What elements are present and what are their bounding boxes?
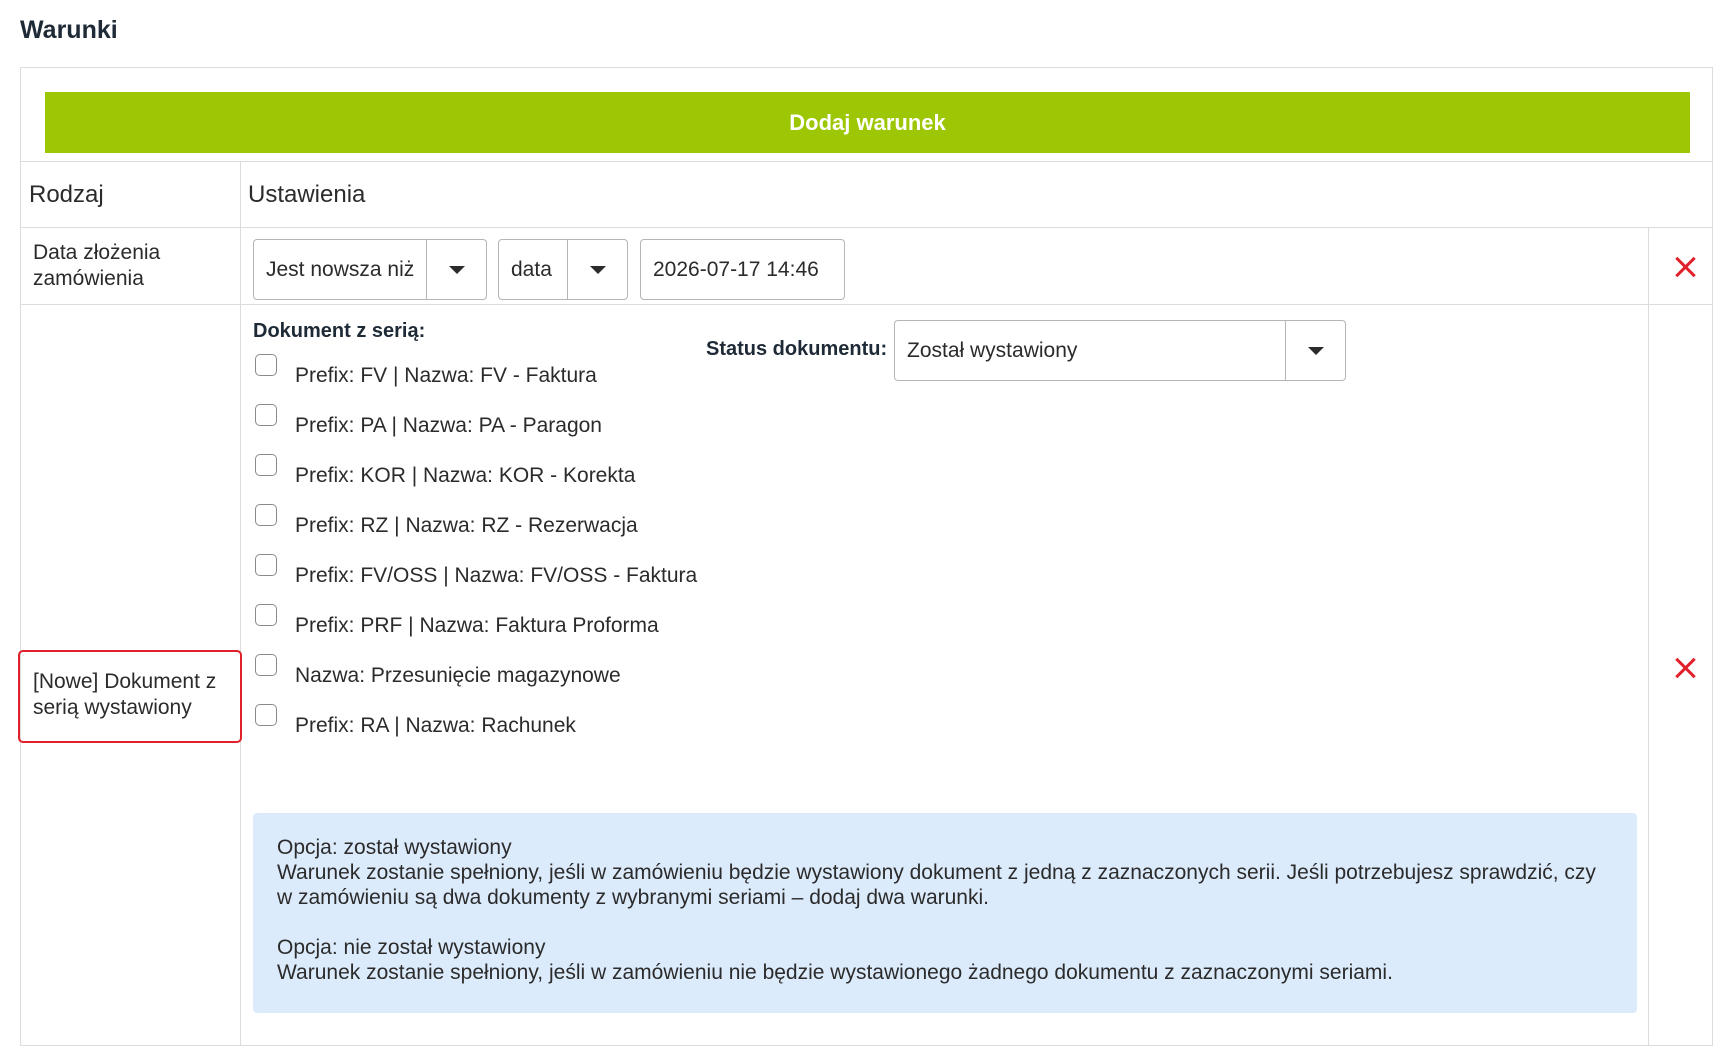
info-option-title: Opcja: nie został wystawiony (277, 936, 546, 959)
series-checkbox[interactable] (255, 604, 277, 626)
chevron-down-icon (448, 265, 465, 274)
series-checkbox[interactable] (255, 354, 277, 376)
divider (1648, 227, 1649, 1045)
status-label: Status dokumentu: (706, 338, 888, 360)
series-checkbox[interactable] (255, 404, 277, 426)
series-option-label: Prefix: PRF | Nazwa: Faktura Proforma (295, 614, 659, 637)
conditions-panel: Dodaj warunek Rodzaj Ustawienia Data zło… (18, 67, 1713, 1046)
date-input[interactable]: 2026-07-17 14:46 (640, 239, 845, 300)
series-option-label: Prefix: RA | Nazwa: Rachunek (295, 714, 576, 737)
series-checkbox[interactable] (255, 504, 277, 526)
info-box: Opcja: został wystawiony Warunek zostani… (253, 813, 1637, 1013)
divider (21, 304, 1712, 305)
unit-value: data (511, 257, 552, 281)
comparator-select[interactable]: Jest nowsza niż (253, 239, 487, 300)
series-option-label: Prefix: PA | Nazwa: PA - Paragon (295, 414, 602, 437)
series-checkbox[interactable] (255, 654, 277, 676)
column-header-kind: Rodzaj (29, 181, 104, 208)
comparator-value: Jest nowsza niż (266, 257, 415, 281)
close-icon[interactable] (1674, 256, 1696, 278)
series-heading: Dokument z serią: (253, 320, 426, 342)
divider (240, 161, 241, 1045)
info-option-text: Warunek zostanie spełniony, jeśli w zamó… (277, 961, 1393, 984)
series-option-label: Prefix: FV/OSS | Nazwa: FV/OSS - Faktura (295, 564, 698, 587)
dropdown-toggle[interactable] (1285, 321, 1345, 380)
chevron-down-icon (589, 265, 606, 274)
series-checkbox[interactable] (255, 554, 277, 576)
series-option-label: Prefix: FV | Nazwa: FV - Faktura (295, 364, 597, 387)
condition-kind-label: Data złożenia zamówienia (33, 241, 161, 290)
dropdown-toggle[interactable] (567, 240, 627, 299)
series-option-label: Prefix: RZ | Nazwa: RZ - Rezerwacja (295, 514, 638, 537)
series-option-label: Prefix: KOR | Nazwa: KOR - Korekta (295, 464, 636, 487)
series-checkbox[interactable] (255, 454, 277, 476)
divider (21, 161, 1712, 162)
unit-select[interactable]: data (498, 239, 628, 300)
status-select[interactable]: Został wystawiony (894, 320, 1346, 381)
info-option-text: Warunek zostanie spełniony, jeśli w zamó… (277, 861, 1596, 909)
dropdown-toggle[interactable] (426, 240, 486, 299)
info-option-title: Opcja: został wystawiony (277, 836, 512, 859)
status-value: Został wystawiony (907, 338, 1078, 362)
column-header-settings: Ustawienia (248, 181, 366, 208)
divider (21, 227, 1712, 228)
series-option-label: Nazwa: Przesunięcie magazynowe (295, 664, 621, 687)
add-condition-button[interactable]: Dodaj warunek (45, 92, 1690, 153)
chevron-down-icon (1307, 346, 1324, 355)
close-icon[interactable] (1674, 657, 1696, 679)
series-checkbox[interactable] (255, 704, 277, 726)
condition-kind-label: [Nowe] Dokument z serią wystawiony (33, 670, 217, 719)
section-title: Warunki (20, 16, 118, 44)
